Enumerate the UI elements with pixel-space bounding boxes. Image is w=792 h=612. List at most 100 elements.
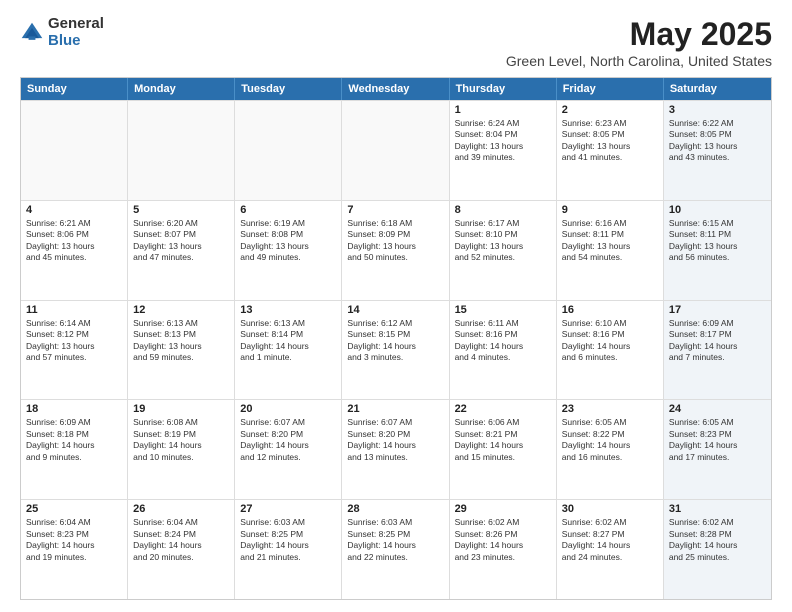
day-number: 16 <box>562 304 658 316</box>
day-number: 23 <box>562 403 658 415</box>
day-number: 12 <box>133 304 229 316</box>
calendar-cell-8: 8 Sunrise: 6:17 AM Sunset: 8:10 PM Daylig… <box>450 201 557 300</box>
logo-general-text: General <box>48 16 104 33</box>
cell-info: Sunrise: 6:13 AM Sunset: 8:13 PM Dayligh… <box>133 318 229 364</box>
day-number: 31 <box>669 503 766 515</box>
cell-info: Sunrise: 6:17 AM Sunset: 8:10 PM Dayligh… <box>455 218 551 264</box>
calendar-row-2: 4 Sunrise: 6:21 AM Sunset: 8:06 PM Daylig… <box>21 200 771 300</box>
day-number: 11 <box>26 304 122 316</box>
cell-info: Sunrise: 6:08 AM Sunset: 8:19 PM Dayligh… <box>133 417 229 463</box>
subtitle: Green Level, North Carolina, United Stat… <box>506 53 772 69</box>
day-number: 7 <box>347 204 443 216</box>
day-number: 29 <box>455 503 551 515</box>
cell-info: Sunrise: 6:18 AM Sunset: 8:09 PM Dayligh… <box>347 218 443 264</box>
header: General Blue May 2025 Green Level, North… <box>20 16 772 69</box>
calendar-cell-5: 5 Sunrise: 6:20 AM Sunset: 8:07 PM Daylig… <box>128 201 235 300</box>
day-number: 27 <box>240 503 336 515</box>
cell-info: Sunrise: 6:05 AM Sunset: 8:22 PM Dayligh… <box>562 417 658 463</box>
header-day-tuesday: Tuesday <box>235 78 342 100</box>
header-day-friday: Friday <box>557 78 664 100</box>
calendar-cell-11: 11 Sunrise: 6:14 AM Sunset: 8:12 PM Dayli… <box>21 301 128 400</box>
day-number: 8 <box>455 204 551 216</box>
day-number: 20 <box>240 403 336 415</box>
page: General Blue May 2025 Green Level, North… <box>0 0 792 612</box>
cell-info: Sunrise: 6:04 AM Sunset: 8:24 PM Dayligh… <box>133 517 229 563</box>
cell-info: Sunrise: 6:09 AM Sunset: 8:18 PM Dayligh… <box>26 417 122 463</box>
day-number: 13 <box>240 304 336 316</box>
main-title: May 2025 <box>506 16 772 53</box>
calendar-cell-28: 28 Sunrise: 6:03 AM Sunset: 8:25 PM Dayli… <box>342 500 449 599</box>
day-number: 6 <box>240 204 336 216</box>
calendar-row-1: 1Sunrise: 6:24 AM Sunset: 8:04 PM Daylig… <box>21 100 771 200</box>
cell-info: Sunrise: 6:09 AM Sunset: 8:17 PM Dayligh… <box>669 318 766 364</box>
cell-info: Sunrise: 6:06 AM Sunset: 8:21 PM Dayligh… <box>455 417 551 463</box>
logo-blue-text: Blue <box>48 33 104 50</box>
calendar-cell-2: 2 Sunrise: 6:23 AM Sunset: 8:05 PM Daylig… <box>557 101 664 200</box>
day-number: 28 <box>347 503 443 515</box>
day-number: 19 <box>133 403 229 415</box>
cell-info: Sunrise: 6:03 AM Sunset: 8:25 PM Dayligh… <box>347 517 443 563</box>
calendar-row-3: 11 Sunrise: 6:14 AM Sunset: 8:12 PM Dayli… <box>21 300 771 400</box>
logo-text: General Blue <box>48 16 104 49</box>
calendar-cell-22: 22Sunrise: 6:06 AM Sunset: 8:21 PM Dayli… <box>450 400 557 499</box>
day-number: 5 <box>133 204 229 216</box>
calendar-cell-empty-0-0 <box>21 101 128 200</box>
cell-info: Sunrise: 6:05 AM Sunset: 8:23 PM Dayligh… <box>669 417 766 463</box>
calendar-cell-29: 29 Sunrise: 6:02 AM Sunset: 8:26 PM Dayli… <box>450 500 557 599</box>
header-day-saturday: Saturday <box>664 78 771 100</box>
calendar-header: SundayMondayTuesdayWednesdayThursdayFrid… <box>21 78 771 100</box>
header-day-wednesday: Wednesday <box>342 78 449 100</box>
calendar-row-4: 18 Sunrise: 6:09 AM Sunset: 8:18 PM Dayli… <box>21 399 771 499</box>
calendar-cell-13: 13Sunrise: 6:13 AM Sunset: 8:14 PM Dayli… <box>235 301 342 400</box>
day-number: 1 <box>455 104 551 116</box>
header-day-thursday: Thursday <box>450 78 557 100</box>
calendar-cell-7: 7 Sunrise: 6:18 AM Sunset: 8:09 PM Daylig… <box>342 201 449 300</box>
cell-info: Sunrise: 6:12 AM Sunset: 8:15 PM Dayligh… <box>347 318 443 364</box>
day-number: 18 <box>26 403 122 415</box>
cell-info: Sunrise: 6:02 AM Sunset: 8:26 PM Dayligh… <box>455 517 551 563</box>
cell-info: Sunrise: 6:14 AM Sunset: 8:12 PM Dayligh… <box>26 318 122 364</box>
cell-info: Sunrise: 6:21 AM Sunset: 8:06 PM Dayligh… <box>26 218 122 264</box>
day-number: 2 <box>562 104 658 116</box>
calendar-cell-30: 30 Sunrise: 6:02 AM Sunset: 8:27 PM Dayli… <box>557 500 664 599</box>
header-day-sunday: Sunday <box>21 78 128 100</box>
calendar-cell-20: 20Sunrise: 6:07 AM Sunset: 8:20 PM Dayli… <box>235 400 342 499</box>
day-number: 17 <box>669 304 766 316</box>
logo-icon <box>20 21 44 45</box>
day-number: 15 <box>455 304 551 316</box>
logo: General Blue <box>20 16 104 49</box>
calendar-cell-23: 23 Sunrise: 6:05 AM Sunset: 8:22 PM Dayli… <box>557 400 664 499</box>
day-number: 30 <box>562 503 658 515</box>
calendar-cell-19: 19 Sunrise: 6:08 AM Sunset: 8:19 PM Dayli… <box>128 400 235 499</box>
calendar-cell-4: 4 Sunrise: 6:21 AM Sunset: 8:06 PM Daylig… <box>21 201 128 300</box>
day-number: 24 <box>669 403 766 415</box>
calendar-body: 1Sunrise: 6:24 AM Sunset: 8:04 PM Daylig… <box>21 100 771 599</box>
calendar-cell-17: 17 Sunrise: 6:09 AM Sunset: 8:17 PM Dayli… <box>664 301 771 400</box>
day-number: 25 <box>26 503 122 515</box>
cell-info: Sunrise: 6:07 AM Sunset: 8:20 PM Dayligh… <box>347 417 443 463</box>
calendar-cell-26: 26Sunrise: 6:04 AM Sunset: 8:24 PM Dayli… <box>128 500 235 599</box>
cell-info: Sunrise: 6:16 AM Sunset: 8:11 PM Dayligh… <box>562 218 658 264</box>
calendar-cell-10: 10Sunrise: 6:15 AM Sunset: 8:11 PM Dayli… <box>664 201 771 300</box>
calendar-cell-16: 16Sunrise: 6:10 AM Sunset: 8:16 PM Dayli… <box>557 301 664 400</box>
day-number: 4 <box>26 204 122 216</box>
cell-info: Sunrise: 6:19 AM Sunset: 8:08 PM Dayligh… <box>240 218 336 264</box>
calendar-cell-24: 24 Sunrise: 6:05 AM Sunset: 8:23 PM Dayli… <box>664 400 771 499</box>
cell-info: Sunrise: 6:02 AM Sunset: 8:27 PM Dayligh… <box>562 517 658 563</box>
calendar-cell-3: 3Sunrise: 6:22 AM Sunset: 8:05 PM Daylig… <box>664 101 771 200</box>
cell-info: Sunrise: 6:20 AM Sunset: 8:07 PM Dayligh… <box>133 218 229 264</box>
day-number: 21 <box>347 403 443 415</box>
day-number: 10 <box>669 204 766 216</box>
calendar-cell-15: 15Sunrise: 6:11 AM Sunset: 8:16 PM Dayli… <box>450 301 557 400</box>
title-block: May 2025 Green Level, North Carolina, Un… <box>506 16 772 69</box>
calendar-cell-21: 21 Sunrise: 6:07 AM Sunset: 8:20 PM Dayli… <box>342 400 449 499</box>
cell-info: Sunrise: 6:02 AM Sunset: 8:28 PM Dayligh… <box>669 517 766 563</box>
day-number: 3 <box>669 104 766 116</box>
calendar-cell-27: 27Sunrise: 6:03 AM Sunset: 8:25 PM Dayli… <box>235 500 342 599</box>
cell-info: Sunrise: 6:23 AM Sunset: 8:05 PM Dayligh… <box>562 118 658 164</box>
calendar-cell-25: 25Sunrise: 6:04 AM Sunset: 8:23 PM Dayli… <box>21 500 128 599</box>
calendar-cell-empty-0-1 <box>128 101 235 200</box>
calendar-cell-6: 6 Sunrise: 6:19 AM Sunset: 8:08 PM Daylig… <box>235 201 342 300</box>
calendar-cell-1: 1Sunrise: 6:24 AM Sunset: 8:04 PM Daylig… <box>450 101 557 200</box>
calendar: SundayMondayTuesdayWednesdayThursdayFrid… <box>20 77 772 600</box>
